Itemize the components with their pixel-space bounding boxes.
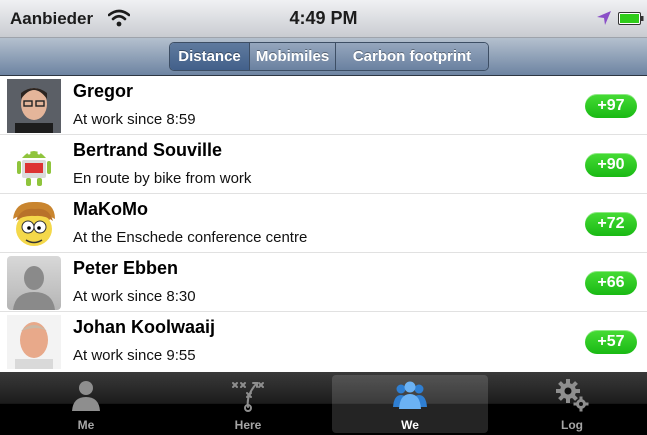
avatar	[7, 315, 61, 369]
list-item[interactable]: MaKoMo At the Enschede conference centre…	[0, 194, 647, 253]
score-badge: +97	[585, 94, 637, 118]
list-item[interactable]: Gregor At work since 8:59 +97	[0, 76, 647, 135]
tab-label: Here	[234, 418, 262, 432]
avatar-photo-icon	[7, 315, 61, 369]
gears-icon	[556, 379, 589, 412]
person-name: MaKoMo	[73, 199, 148, 219]
tab-label: We	[401, 418, 419, 432]
segmented-control: Distance Mobimiles Carbon footprint	[169, 42, 489, 71]
score-badge: +90	[585, 153, 637, 177]
list-item[interactable]: Peter Ebben At work since 8:30 +66	[0, 253, 647, 312]
person-status: En route by bike from work	[73, 170, 252, 187]
tab-label: Log	[561, 418, 583, 432]
score-badge: +72	[585, 212, 637, 236]
person-name: Peter Ebben	[73, 258, 179, 278]
tab-log[interactable]: Log	[494, 375, 647, 433]
segment-distance[interactable]: Distance	[170, 43, 249, 70]
tab-label: Me	[77, 418, 95, 432]
avatar	[7, 197, 61, 251]
person-name: Johan Koolwaaij	[73, 317, 216, 337]
play-diagram-icon	[232, 382, 264, 412]
score-badge: +57	[585, 330, 637, 354]
avatar	[7, 138, 61, 192]
status-time: 4:49 PM	[289, 8, 358, 28]
segment-mobimiles[interactable]: Mobimiles	[249, 43, 335, 70]
navigation-bar: Distance Mobimiles Carbon footprint	[0, 38, 647, 76]
tab-we[interactable]: We	[332, 375, 488, 433]
list-item[interactable]: Bertrand Souville En route by bike from …	[0, 135, 647, 194]
cartoon-face-icon	[7, 197, 61, 251]
score-badge: +66	[585, 271, 637, 295]
leaderboard-list: Gregor At work since 8:59 +97 Bertrand S…	[0, 76, 647, 372]
person-status: At work since 8:59	[73, 111, 196, 128]
person-name: Bertrand Souville	[73, 140, 223, 160]
person-status: At work since 9:55	[73, 347, 196, 364]
status-bar: Aanbieder 4:49 PM	[0, 0, 647, 38]
tab-bar: Me Here We Log	[0, 372, 647, 435]
person-icon	[72, 381, 100, 411]
group-icon	[393, 381, 427, 409]
tab-me[interactable]: Me	[8, 375, 164, 433]
avatar-photo-icon	[7, 79, 61, 133]
default-person-icon	[7, 256, 61, 310]
segment-carbon-footprint[interactable]: Carbon footprint	[335, 43, 488, 70]
avatar	[7, 256, 61, 310]
person-status: At work since 8:30	[73, 288, 196, 305]
battery-icon	[618, 12, 644, 25]
list-item[interactable]: Johan Koolwaaij At work since 9:55 +57	[0, 312, 647, 372]
person-name: Gregor	[73, 81, 134, 101]
android-robot-icon	[7, 138, 61, 192]
avatar	[7, 79, 61, 133]
tab-here[interactable]: Here	[170, 375, 326, 433]
person-status: At the Enschede conference centre	[73, 229, 308, 246]
location-arrow-icon	[597, 11, 611, 25]
